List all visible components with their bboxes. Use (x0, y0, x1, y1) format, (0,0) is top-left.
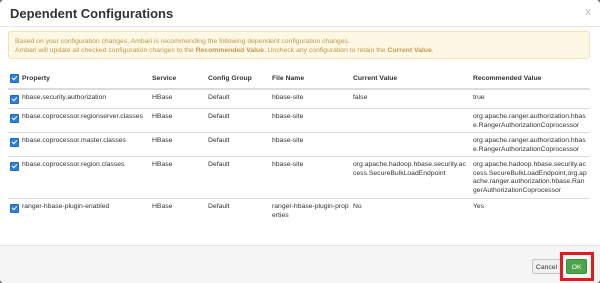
alert-line-2: Ambari will update all checked configura… (15, 46, 589, 55)
current-value-cell: No (351, 198, 471, 222)
alert-line-1: Based on your configuration changes, Amb… (15, 38, 350, 45)
config-group-cell: Default (206, 156, 270, 199)
header-current-value[interactable]: Current Value (351, 68, 471, 90)
header-config-group[interactable]: Config Group (206, 68, 270, 90)
config-group-cell: Default (206, 198, 270, 222)
service-cell: HBase (150, 198, 206, 222)
current-value-cell: org.apache.hadoop.hbase.security.access.… (351, 156, 471, 199)
recommended-value-cell: org.apache.ranger.authorization.hbase.Ra… (471, 108, 590, 133)
dialog-header: Dependent Configurations x (0, 0, 600, 27)
dependent-configurations-dialog: Dependent Configurations x Based on your… (0, 0, 600, 283)
row-checkbox[interactable] (10, 162, 19, 171)
table-row: hbase.coprocessor.regionserver.classes H… (8, 108, 590, 133)
header-property[interactable]: Property (20, 68, 150, 90)
recommended-value-cell: org.apache.hadoop.hbase.security.access.… (471, 156, 590, 199)
table-row: ranger-hbase-plugin-enabled HBase Defaul… (8, 198, 590, 222)
service-cell: HBase (150, 88, 206, 109)
select-all-checkbox[interactable] (10, 73, 19, 83)
config-group-cell: Default (206, 132, 270, 157)
table-row: hbase.security.authorization HBase Defau… (8, 88, 590, 109)
row-checkbox[interactable] (10, 138, 19, 147)
configurations-table-wrapper: Property Service Config Group File Name … (8, 68, 590, 222)
table-row: hbase.coprocessor.region.classes HBase D… (8, 156, 590, 199)
service-cell: HBase (150, 108, 206, 133)
alert-text: . (431, 47, 434, 54)
ok-button[interactable]: OK (566, 259, 587, 274)
file-name-cell: ranger-hbase-plugin-properties (270, 198, 351, 222)
row-checkbox-cell (8, 198, 20, 222)
service-cell: HBase (150, 132, 206, 157)
header-service[interactable]: Service (150, 68, 206, 90)
recommended-value-cell: Yes (471, 198, 590, 222)
file-name-cell: hbase-site (270, 132, 351, 157)
alert-text: Ambari will update all checked configura… (15, 47, 196, 54)
table-row: hbase.coprocessor.master.classes HBase D… (8, 132, 590, 157)
row-checkbox[interactable] (10, 114, 19, 123)
alert-recommended-value-term: Recommended Value (195, 47, 264, 54)
current-value-cell (351, 132, 471, 157)
recommended-value-cell: org.apache.ranger.authorization.hbase.Ra… (471, 132, 590, 157)
property-cell: ranger-hbase-plugin-enabled (20, 198, 150, 222)
table-header-row: Property Service Config Group File Name … (8, 68, 590, 90)
file-name-cell: hbase-site (270, 108, 351, 133)
property-cell: hbase.coprocessor.region.classes (20, 156, 150, 199)
config-group-cell: Default (206, 88, 270, 109)
recommended-value-cell: true (471, 88, 590, 109)
row-checkbox[interactable] (10, 204, 19, 213)
configurations-table: Property Service Config Group File Name … (8, 68, 590, 222)
dialog-title: Dependent Configurations (10, 6, 174, 21)
header-recommended-value[interactable]: Recommended Value (471, 68, 590, 90)
alert-current-value-term: Current Value (387, 47, 432, 54)
file-name-cell: hbase-site (270, 88, 351, 109)
row-checkbox-cell (8, 108, 20, 133)
dialog-footer: Cancel OK (0, 245, 600, 283)
property-cell: hbase.coprocessor.master.classes (20, 132, 150, 157)
cancel-button[interactable]: Cancel (532, 259, 561, 274)
row-checkbox-cell (8, 156, 20, 199)
alert-text: . Uncheck any configuration to retain th… (263, 47, 388, 54)
file-name-cell: hbase-site (270, 156, 351, 199)
current-value-cell (351, 108, 471, 133)
recommendation-alert: Based on your configuration changes, Amb… (8, 31, 590, 59)
service-cell: HBase (150, 156, 206, 199)
select-all-cell (8, 68, 20, 90)
property-cell: hbase.coprocessor.regionserver.classes (20, 108, 150, 133)
row-checkbox-cell (8, 132, 20, 157)
property-cell: hbase.security.authorization (20, 88, 150, 109)
current-value-cell: false (351, 88, 471, 109)
close-icon[interactable]: x (586, 6, 592, 18)
config-group-cell: Default (206, 108, 270, 133)
row-checkbox[interactable] (10, 95, 19, 104)
header-file-name[interactable]: File Name (270, 68, 351, 90)
row-checkbox-cell (8, 88, 20, 109)
